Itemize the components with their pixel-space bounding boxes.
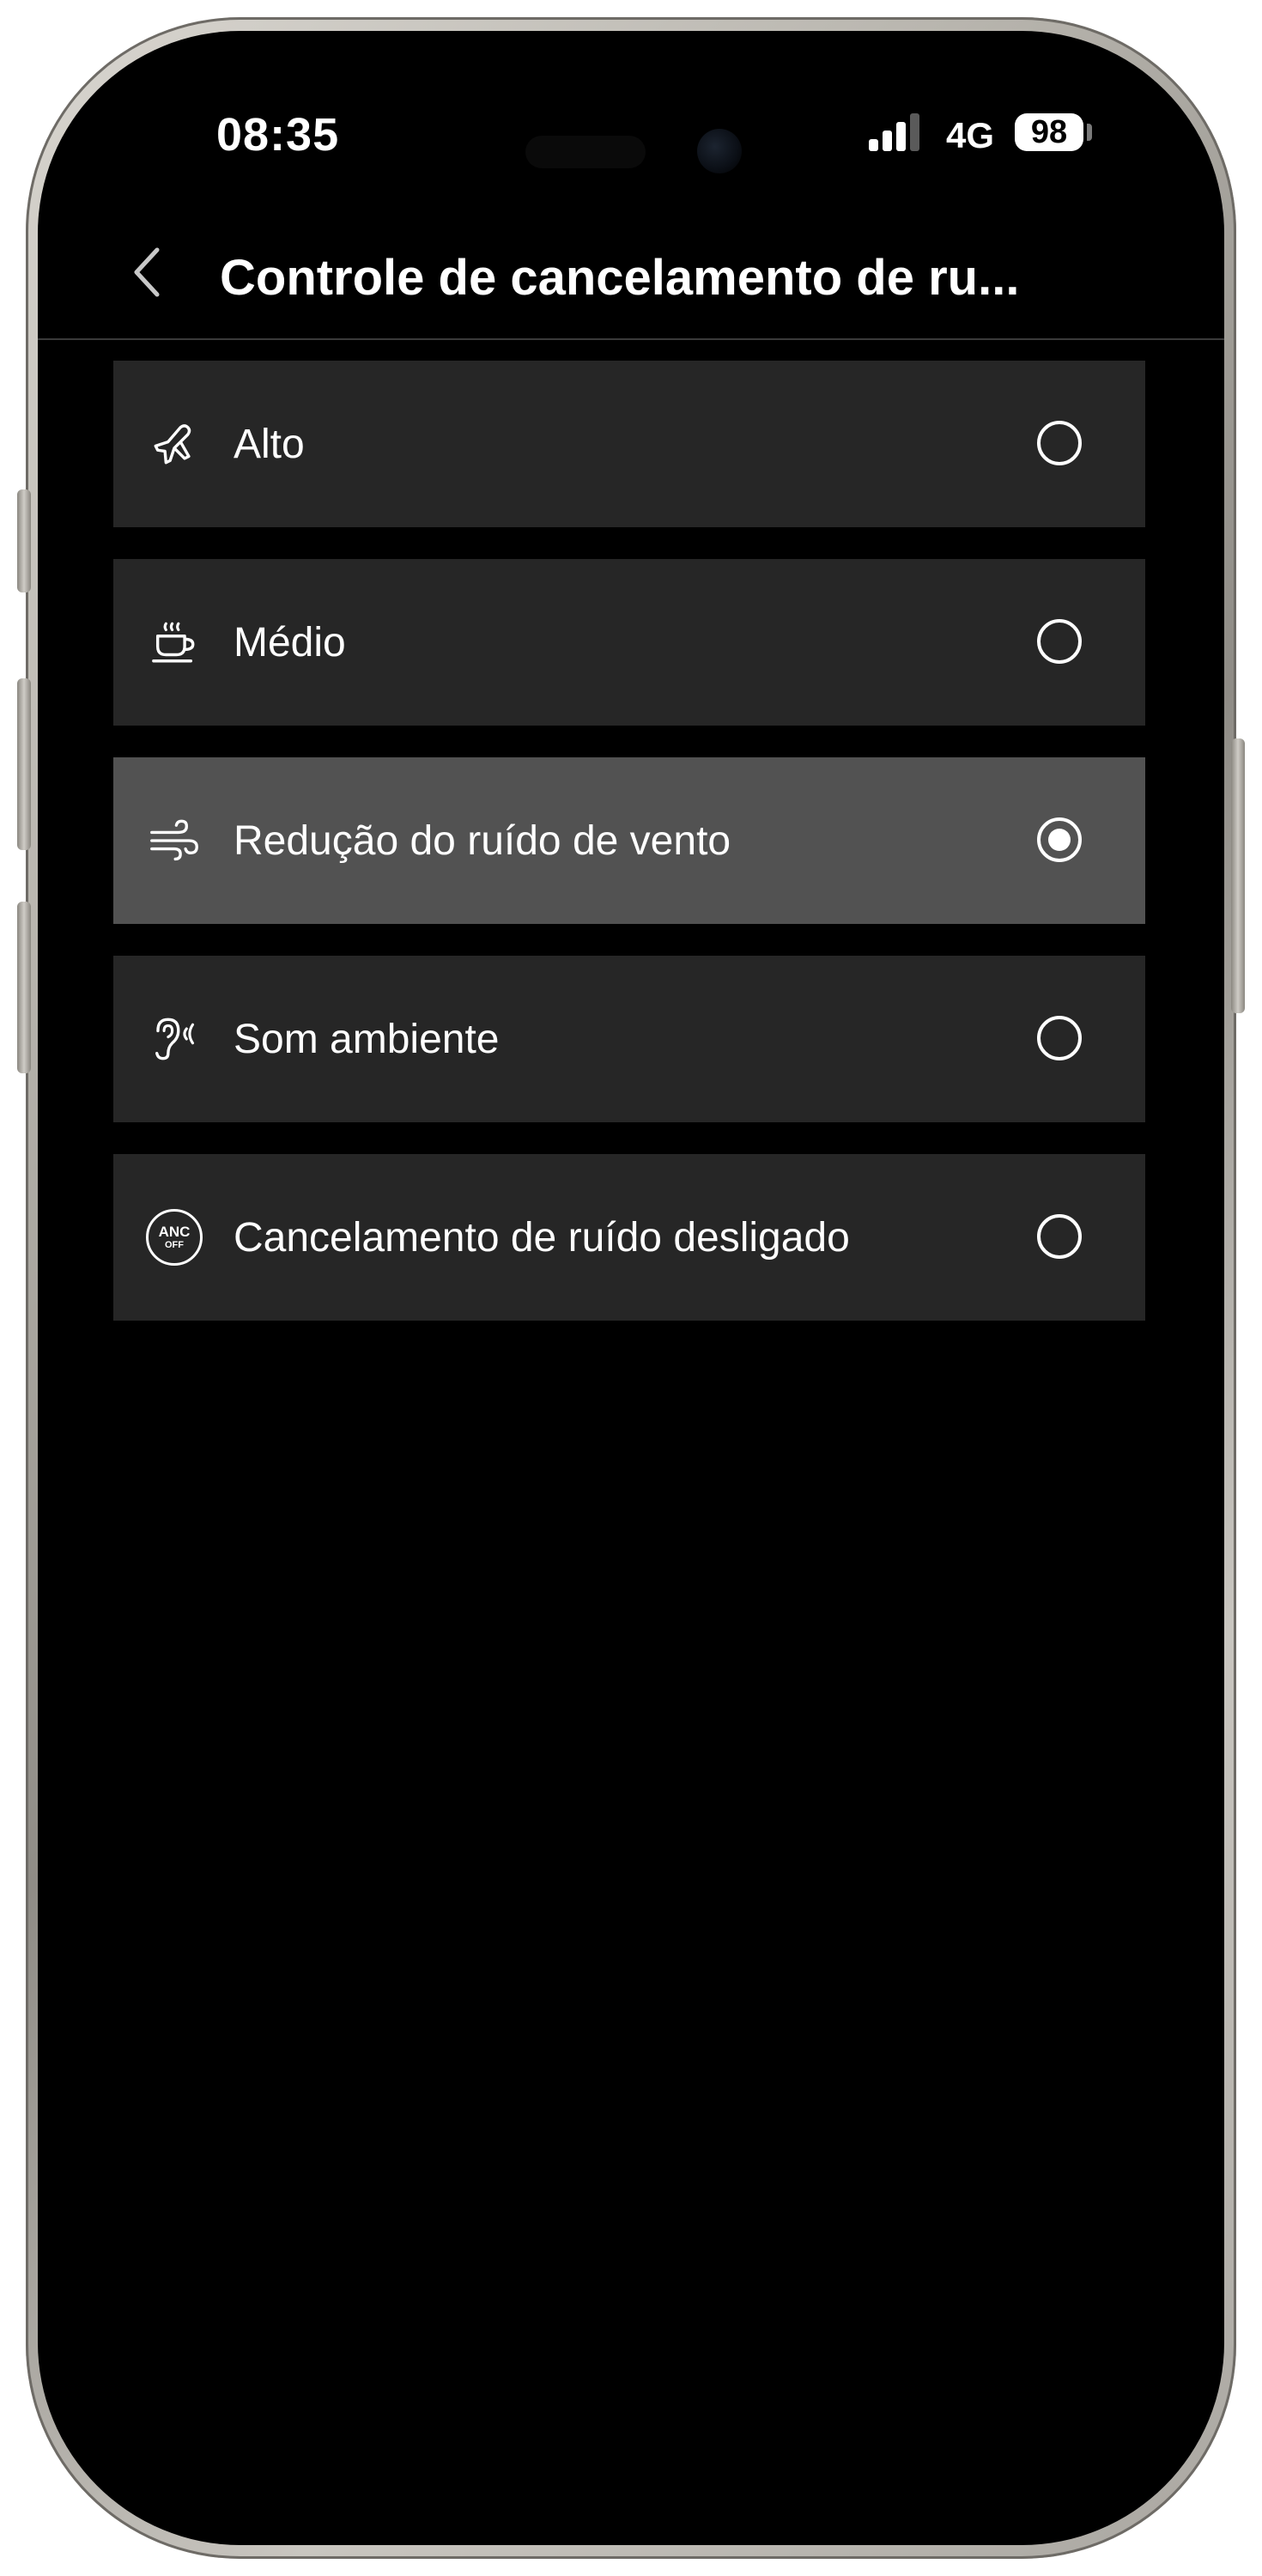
page-title: Controle de cancelamento de ru... [220,250,1020,306]
camera-icon [697,129,742,173]
option-label: Som ambiente [234,1017,500,1062]
option-row-ambient[interactable]: Som ambiente [113,956,1145,1122]
option-label: Cancelamento de ruído desligado [234,1215,850,1261]
cellular-signal-icon [869,113,929,151]
wind-icon [144,811,204,871]
radio-alto[interactable] [1037,421,1082,465]
coffee-cup-icon [144,612,204,672]
radio-anc-off[interactable] [1037,1214,1082,1259]
radio-ambient[interactable] [1037,1016,1082,1060]
screen: 08:35 4G 98 Controle de cancelamento de … [38,31,1224,2545]
option-row-anc-off[interactable]: ANC OFF Cancelamento de ruído desligado [113,1154,1145,1321]
option-label: Médio [234,620,346,665]
option-label: Redução do ruído de vento [234,818,731,864]
power-button [1231,738,1245,1013]
island-sensor-pill [525,136,646,168]
option-row-wind-reduction[interactable]: Redução do ruído de vento [113,757,1145,924]
battery-tip [1087,124,1092,141]
anc-off-badge: ANC OFF [146,1209,203,1266]
anc-option-list: Alto Médio Redução do ruído de vento Som… [113,361,1145,1352]
radio-wind-reduction[interactable] [1037,817,1082,862]
airplane-icon [144,414,204,474]
chevron-left-icon [134,247,160,297]
action-button [17,489,31,592]
ear-icon [144,1009,204,1069]
network-type: 4G [946,115,995,155]
anc-off-icon: ANC OFF [144,1207,204,1267]
back-button[interactable] [117,242,177,302]
anc-badge-bottom: OFF [165,1240,184,1250]
battery-level: 98 [1015,113,1083,151]
option-row-medio[interactable]: Médio [113,559,1145,726]
dynamic-island [474,101,817,203]
volume-up-button [17,678,31,850]
nav-header: Controle de cancelamento de ru... [38,211,1224,340]
radio-medio[interactable] [1037,619,1082,664]
option-label: Alto [234,422,305,467]
option-row-alto[interactable]: Alto [113,361,1145,527]
status-time: 08:35 [216,109,340,161]
anc-badge-top: ANC [158,1224,191,1240]
volume-down-button [17,902,31,1073]
status-bar: 08:35 4G 98 [38,31,1224,203]
